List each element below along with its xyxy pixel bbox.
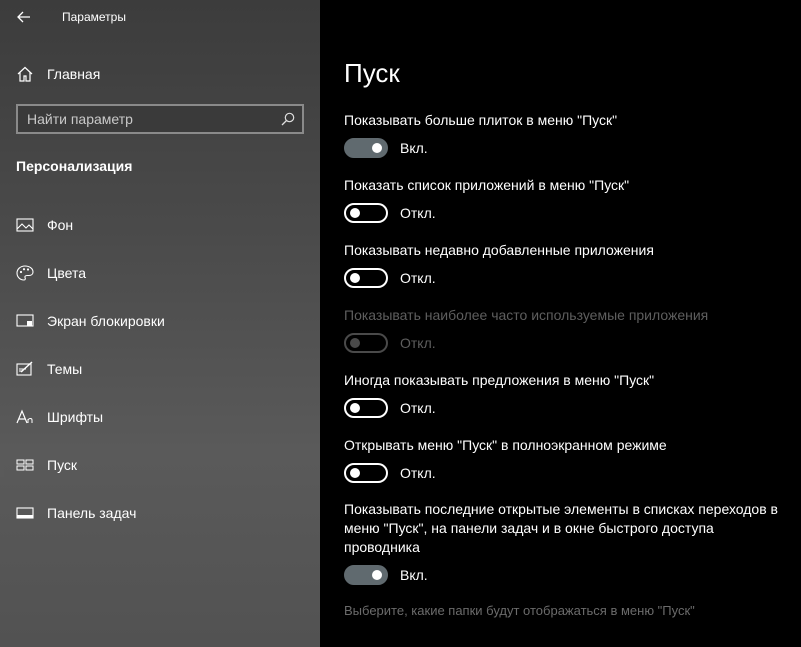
setting-label: Иногда показывать предложения в меню "Пу… (344, 372, 655, 388)
search-input[interactable] (18, 106, 268, 132)
sidebar-item-label: Темы (47, 361, 83, 377)
sidebar-item-fonts[interactable]: Шрифты (0, 397, 320, 437)
toggle-switch[interactable] (344, 138, 388, 158)
palette-icon (16, 265, 34, 281)
choose-folders-link[interactable]: Выберите, какие папки будут отображаться… (344, 603, 695, 618)
section-title: Персонализация (16, 158, 133, 174)
app-title: Параметры (62, 10, 126, 24)
sidebar-item-colors[interactable]: Цвета (0, 253, 320, 293)
search-icon[interactable] (281, 112, 295, 126)
setting-label: Показывать последние открытые элементы в… (344, 501, 778, 555)
toggle-knob (372, 570, 382, 580)
toggle-state-label: Откл. (400, 465, 436, 481)
sidebar-item-label: Панель задач (47, 505, 137, 521)
back-button[interactable] (10, 5, 38, 29)
setting-suggestions: Иногда показывать предложения в меню "Пу… (344, 371, 784, 418)
setting-label: Показывать больше плиток в меню "Пуск" (344, 112, 618, 128)
toggle-switch[interactable] (344, 398, 388, 418)
setting-label: Показывать недавно добавленные приложени… (344, 242, 654, 258)
toggle-knob (350, 403, 360, 413)
sidebar-item-home[interactable]: Главная (0, 58, 320, 90)
toggle-state-label: Вкл. (400, 567, 428, 583)
sidebar-item-themes[interactable]: Темы (0, 349, 320, 389)
toggle-knob (350, 338, 360, 348)
setting-label: Показывать наиболее часто используемые п… (344, 307, 709, 323)
toggle-state-label: Откл. (400, 270, 436, 286)
toggle-state-label: Откл. (400, 335, 436, 351)
sidebar-item-label: Шрифты (47, 409, 104, 425)
toggle-knob (350, 468, 360, 478)
toggle-row: Откл. (344, 333, 436, 353)
toggle-row: Откл. (344, 203, 436, 223)
toggle-state-label: Вкл. (400, 140, 428, 156)
lock-screen-icon (16, 314, 34, 327)
sidebar-item-label: Цвета (47, 265, 86, 281)
setting-jump-lists: Показывать последние открытые элементы в… (344, 500, 784, 585)
taskbar-icon (16, 507, 34, 519)
sidebar-item-taskbar[interactable]: Панель задач (0, 493, 320, 533)
sidebar-item-start[interactable]: Пуск (0, 445, 320, 485)
setting-label: Открывать меню "Пуск" в полноэкранном ре… (344, 437, 667, 453)
setting-label: Показать список приложений в меню "Пуск" (344, 177, 630, 193)
toggle-switch[interactable] (344, 203, 388, 223)
toggle-row: Откл. (344, 398, 436, 418)
fonts-icon (16, 409, 33, 424)
toggle-knob (350, 273, 360, 283)
toggle-state-label: Откл. (400, 205, 436, 221)
toggle-switch[interactable] (344, 268, 388, 288)
toggle-knob (350, 208, 360, 218)
toggle-row: Вкл. (344, 565, 428, 585)
toggle-row: Вкл. (344, 138, 428, 158)
toggle-switch[interactable] (344, 463, 388, 483)
search-box[interactable] (16, 104, 304, 134)
setting-more-tiles: Показывать больше плиток в меню "Пуск" В… (344, 111, 784, 158)
sidebar-item-lock-screen[interactable]: Экран блокировки (0, 301, 320, 341)
sidebar-item-label: Главная (47, 66, 101, 82)
start-icon (16, 459, 34, 471)
setting-most-used: Показывать наиболее часто используемые п… (344, 306, 784, 353)
setting-recently-added: Показывать недавно добавленные приложени… (344, 241, 784, 288)
sidebar-item-label: Пуск (47, 457, 78, 473)
toggle-row: Откл. (344, 463, 436, 483)
page-title: Пуск (344, 58, 400, 88)
toggle-row: Откл. (344, 268, 436, 288)
themes-icon (16, 361, 33, 376)
title-bar: Параметры (0, 0, 320, 34)
toggle-switch[interactable] (344, 565, 388, 585)
home-icon (17, 66, 33, 82)
sidebar-item-background[interactable]: Фон (0, 205, 320, 245)
sidebar-item-label: Экран блокировки (47, 313, 165, 329)
sidebar: Параметры Главная Персонализация Фон Цве… (0, 0, 320, 647)
sidebar-item-label: Фон (47, 217, 74, 233)
active-indicator (0, 455, 4, 477)
main-content: Пуск Показывать больше плиток в меню "Пу… (320, 0, 801, 647)
toggle-state-label: Откл. (400, 400, 436, 416)
toggle-switch (344, 333, 388, 353)
toggle-knob (372, 143, 382, 153)
setting-fullscreen: Открывать меню "Пуск" в полноэкранном ре… (344, 436, 784, 483)
setting-app-list: Показать список приложений в меню "Пуск"… (344, 176, 784, 223)
arrow-left-icon (17, 11, 30, 23)
picture-icon (16, 218, 34, 232)
